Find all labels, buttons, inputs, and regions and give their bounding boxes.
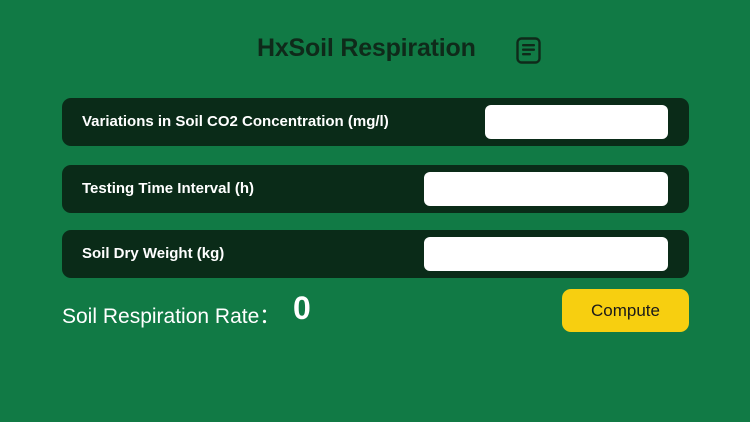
time-interval-row: Testing Time Interval (h): [62, 165, 689, 213]
co2-concentration-input[interactable]: [485, 105, 668, 139]
time-interval-input[interactable]: [424, 172, 668, 206]
co2-concentration-label: Variations in Soil CO2 Concentration (mg…: [82, 113, 389, 130]
dry-weight-input[interactable]: [424, 237, 668, 271]
compute-button[interactable]: Compute: [562, 289, 689, 332]
app-title: HxSoil Respiration: [257, 34, 476, 62]
respiration-rate-label: Soil Respiration Rate：: [62, 305, 281, 328]
document-lines-icon[interactable]: [516, 37, 541, 64]
dry-weight-label: Soil Dry Weight (kg): [82, 245, 225, 262]
dry-weight-row: Soil Dry Weight (kg): [62, 230, 689, 278]
co2-concentration-row: Variations in Soil CO2 Concentration (mg…: [62, 98, 689, 146]
respiration-rate-value: 0: [293, 290, 311, 326]
time-interval-label: Testing Time Interval (h): [82, 180, 254, 197]
